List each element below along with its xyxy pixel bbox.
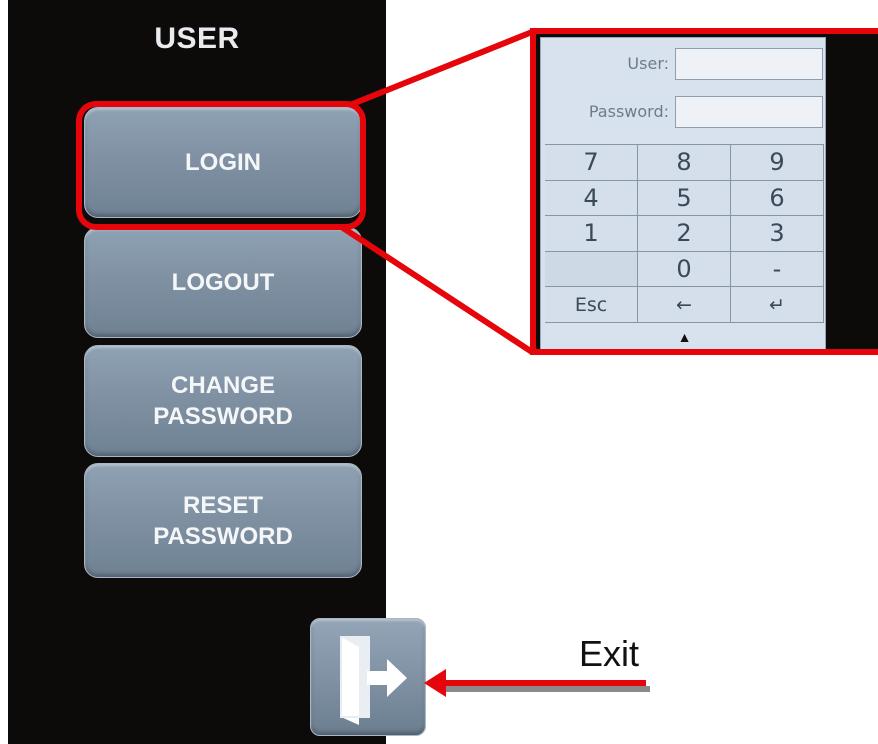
caret-up-icon: ▲: [677, 329, 692, 345]
keyboard-toggle-button[interactable]: ▲: [545, 324, 824, 349]
reset-password-button[interactable]: RESET PASSWORD: [84, 463, 362, 578]
key-7[interactable]: 7: [545, 145, 638, 181]
login-dialog: User: Password: 7 8 9 4 5 6 1 2 3 0 - Es…: [540, 37, 827, 349]
key-8[interactable]: 8: [638, 145, 731, 181]
key-esc[interactable]: Esc: [545, 287, 638, 323]
login-highlight-box: [76, 101, 366, 230]
key-2[interactable]: 2: [638, 216, 731, 252]
key-3[interactable]: 3: [731, 216, 824, 252]
user-label: User:: [627, 54, 669, 73]
exit-door-arrow-icon: [340, 636, 407, 725]
user-input[interactable]: [675, 48, 823, 80]
exit-arrow-head: [424, 669, 446, 697]
logout-button[interactable]: LOGOUT: [84, 227, 362, 338]
key-enter[interactable]: ↵: [731, 287, 824, 323]
key-minus[interactable]: -: [731, 251, 824, 288]
login-dialog-inset: User: Password: 7 8 9 4 5 6 1 2 3 0 - Es…: [530, 28, 878, 355]
key-blank: [545, 251, 638, 288]
password-input[interactable]: [675, 96, 823, 128]
key-9[interactable]: 9: [731, 145, 824, 181]
key-0[interactable]: 0: [638, 251, 731, 288]
keypad: 7 8 9 4 5 6 1 2 3 0 - Esc ← ↵: [545, 144, 824, 323]
panel-title: USER: [154, 22, 240, 55]
password-row: Password:: [541, 96, 827, 132]
exit-annotation-label: Exit: [579, 633, 640, 674]
user-row: User:: [541, 48, 827, 84]
key-backspace[interactable]: ←: [638, 287, 731, 323]
key-1[interactable]: 1: [545, 216, 638, 252]
change-password-button[interactable]: CHANGE PASSWORD: [84, 345, 362, 457]
password-label: Password:: [588, 102, 669, 121]
key-5[interactable]: 5: [638, 180, 731, 217]
key-6[interactable]: 6: [731, 180, 824, 217]
exit-button[interactable]: [310, 618, 426, 736]
key-4[interactable]: 4: [545, 180, 638, 217]
